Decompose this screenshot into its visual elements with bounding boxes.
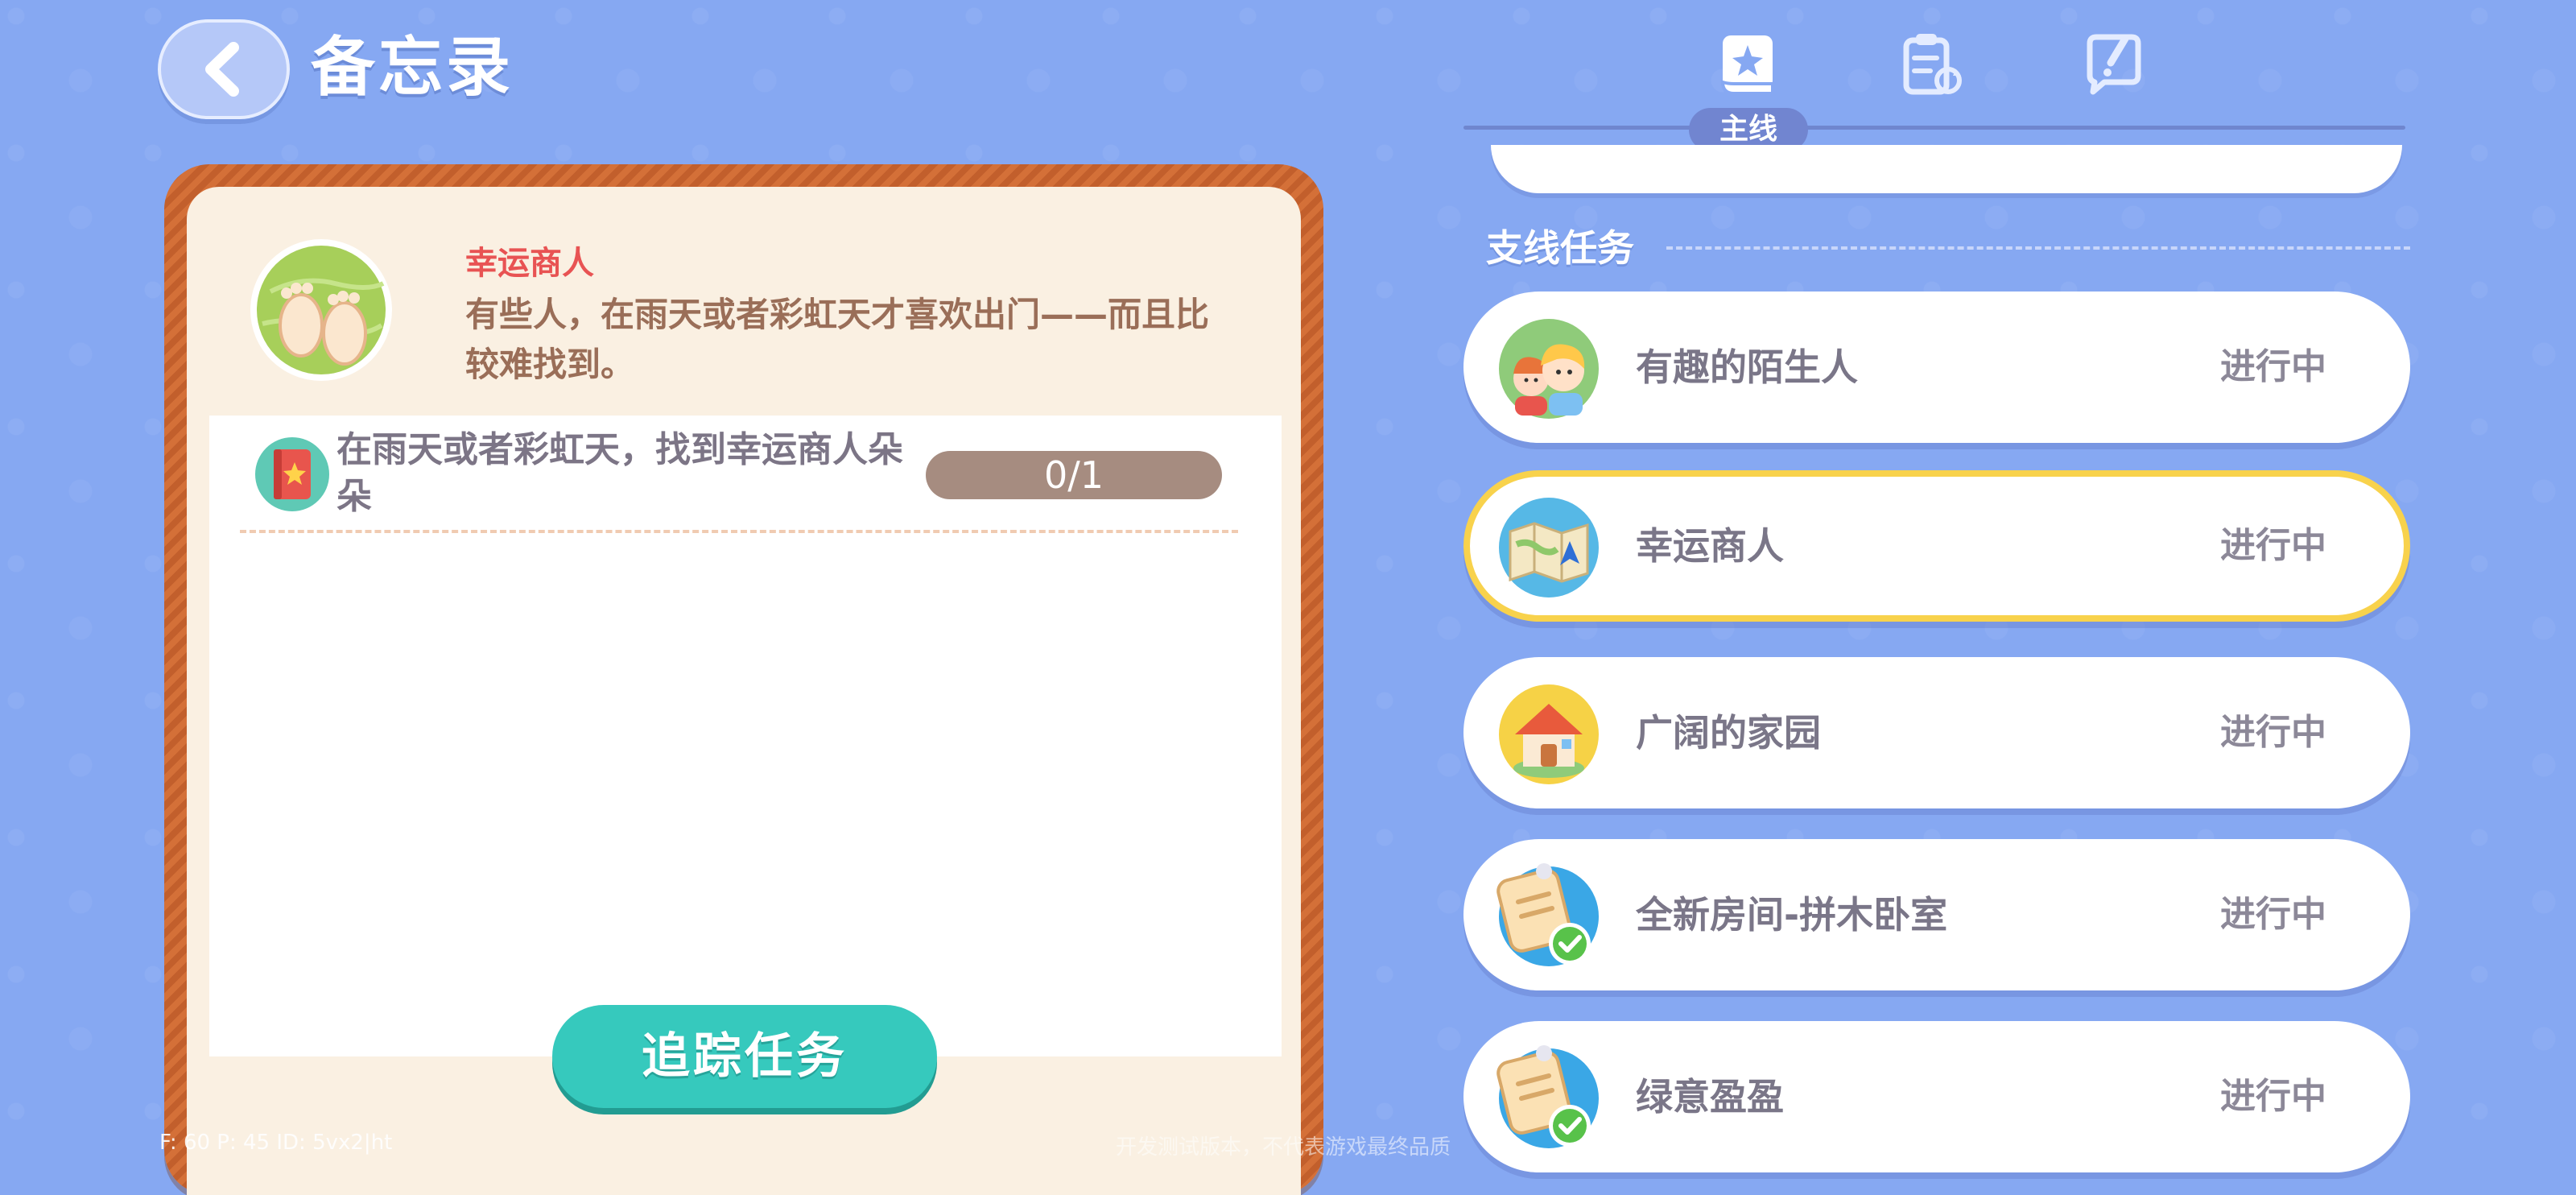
note-check-icon xyxy=(1494,1044,1604,1153)
quest-status: 进行中 xyxy=(2220,1076,2326,1117)
quest-name: 全新房间-拼木卧室 xyxy=(1636,893,1948,937)
build-notice: 开发测试版本，不代表游戏最终品质 xyxy=(1116,1135,1451,1160)
main-quest-card-partial[interactable] xyxy=(1491,145,2402,193)
footprints-globe-icon xyxy=(246,235,396,385)
note-check-icon xyxy=(1494,862,1604,971)
main-quest-book-icon xyxy=(1720,35,1774,95)
tab-underline xyxy=(1463,126,2405,130)
quest-status: 进行中 xyxy=(2220,712,2326,753)
track-quest-button[interactable]: 追踪任务 xyxy=(552,1005,937,1108)
quest-status: 进行中 xyxy=(2220,894,2326,935)
task-clipboard-icon xyxy=(1903,34,1962,95)
quest-detail-description: 有些人，在雨天或者彩虹天才喜欢出门——而且比较难找到。 xyxy=(465,295,1210,384)
quest-status: 进行中 xyxy=(2220,525,2326,566)
objective-progress-bar: 0/1 xyxy=(926,451,1222,499)
edit-note-icon xyxy=(2087,34,2141,95)
quest-row-lush-green[interactable]: 绿意盈盈 进行中 xyxy=(1463,1021,2410,1172)
tab-notes[interactable] xyxy=(2080,31,2148,98)
tab-main-quest[interactable] xyxy=(1715,31,1782,98)
quest-name: 广阔的家园 xyxy=(1636,711,1821,755)
quest-name: 绿意盈盈 xyxy=(1636,1075,1784,1119)
back-button[interactable] xyxy=(158,19,290,119)
debug-stats: F: 60 P: 45 ID: 5vx2|ht xyxy=(159,1131,393,1155)
objective-text: 在雨天或者彩虹天，找到幸运商人朵朵 xyxy=(336,429,903,517)
red-book-icon xyxy=(254,436,330,512)
tab-tasks[interactable] xyxy=(1898,31,1966,98)
quest-row-new-room-bedroom[interactable]: 全新房间-拼木卧室 进行中 xyxy=(1463,839,2410,990)
quest-row-vast-homeland[interactable]: 广阔的家园 进行中 xyxy=(1463,657,2410,808)
quest-name: 有趣的陌生人 xyxy=(1636,345,1858,389)
section-divider xyxy=(1666,246,2410,250)
quest-name: 幸运商人 xyxy=(1636,524,1784,568)
house-icon xyxy=(1494,680,1604,789)
quest-status: 进行中 xyxy=(2220,346,2326,387)
map-icon xyxy=(1494,493,1604,602)
quest-row-interesting-stranger[interactable]: 有趣的陌生人 进行中 xyxy=(1463,292,2410,443)
side-quests-title: 支线任务 xyxy=(1486,226,1634,270)
strangers-icon xyxy=(1494,314,1604,424)
objective-divider xyxy=(240,530,1238,533)
quest-row-lucky-merchant[interactable]: 幸运商人 进行中 xyxy=(1463,470,2410,622)
chevron-left-icon xyxy=(205,42,239,97)
page-title: 备忘录 xyxy=(311,30,514,105)
quest-detail-name: 幸运商人 xyxy=(465,245,594,282)
